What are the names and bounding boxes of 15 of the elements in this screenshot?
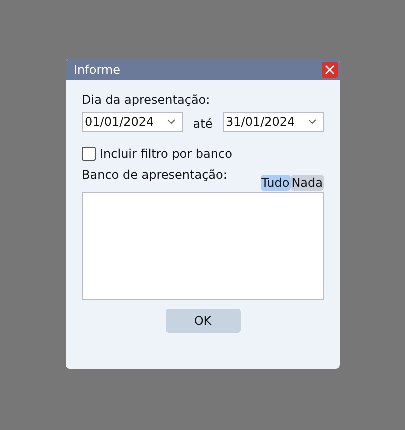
chevron-down-icon bbox=[308, 119, 317, 125]
ok-button[interactable]: OK bbox=[166, 309, 240, 333]
checkbox-label[interactable]: Incluir filtro por banco bbox=[100, 147, 232, 161]
date-dropdown[interactable]: 01/01/2024 bbox=[82, 112, 183, 132]
close-icon bbox=[325, 64, 335, 74]
date-dropdown[interactable]: 31/01/2024 bbox=[223, 112, 324, 132]
close-button[interactable] bbox=[322, 62, 338, 78]
checkbox[interactable] bbox=[82, 147, 96, 161]
date-label: Dia da apresentação: bbox=[82, 92, 212, 108]
window-title: Informe bbox=[74, 62, 121, 76]
bank-label: Banco de apresentação: bbox=[82, 167, 228, 183]
range-separator: até bbox=[192, 116, 214, 130]
toggle-button[interactable]: Nada bbox=[290, 175, 324, 191]
chevron-down-icon bbox=[167, 119, 176, 125]
toggle-button[interactable]: Tudo bbox=[260, 175, 291, 191]
